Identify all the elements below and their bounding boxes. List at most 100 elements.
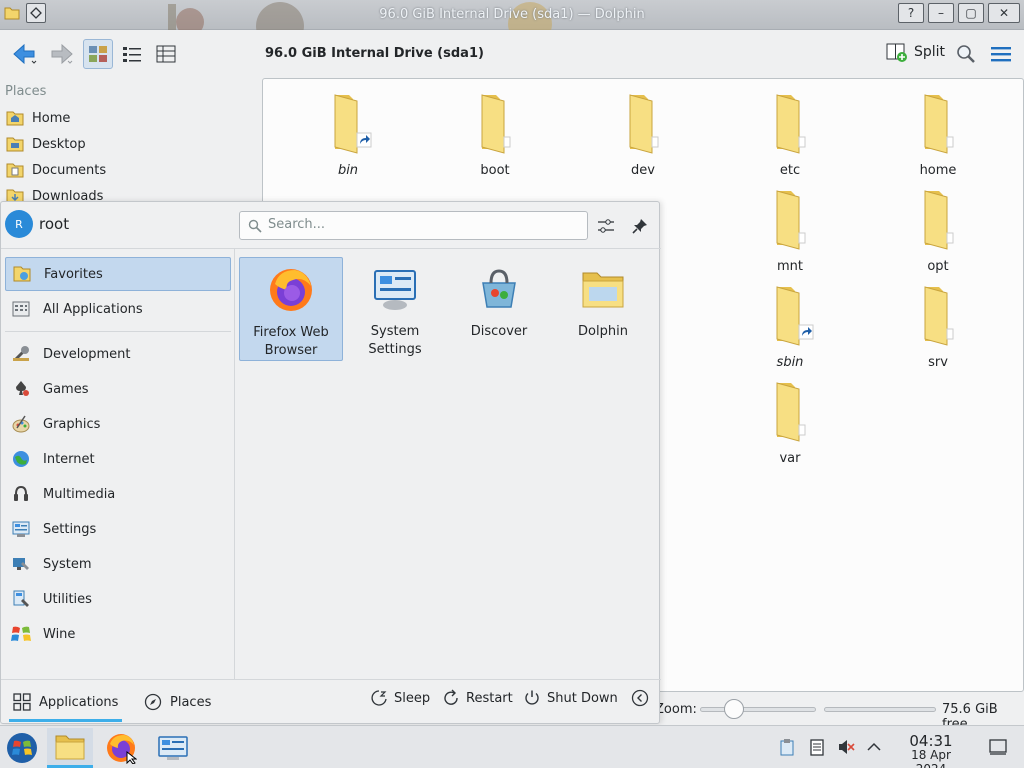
user-profile[interactable]: R root: [5, 210, 69, 238]
folder-item[interactable]: etc: [735, 89, 845, 178]
folder-item[interactable]: bin: [293, 89, 403, 178]
app-dolphin[interactable]: Dolphin: [551, 257, 655, 361]
all-applications-icon: [12, 301, 30, 317]
category-label: Multimedia: [43, 486, 116, 502]
category-favorites[interactable]: Favorites: [5, 257, 231, 291]
shutdown-button[interactable]: Shut Down: [523, 689, 618, 707]
task-dolphin[interactable]: [47, 728, 93, 768]
launcher-button[interactable]: [0, 728, 44, 768]
minimize-button[interactable]: –: [928, 3, 954, 23]
place-desktop[interactable]: Desktop: [6, 135, 86, 153]
pin-button[interactable]: [627, 213, 653, 239]
footer-divider: [1, 679, 661, 680]
clock-date[interactable]: 18 Apr 2024: [895, 748, 967, 768]
folder-item[interactable]: srv: [883, 281, 993, 370]
application-launcher: R root Favorites All Applications: [0, 201, 661, 724]
split-button[interactable]: Split: [886, 42, 945, 62]
split-label: Split: [914, 44, 946, 60]
details-view-button[interactable]: [151, 39, 181, 69]
games-icon: [16, 381, 29, 396]
back-button[interactable]: [8, 39, 42, 69]
help-button[interactable]: ?: [898, 3, 924, 23]
leave-more-button[interactable]: [631, 689, 649, 707]
compact-view-button[interactable]: [117, 39, 147, 69]
start-menu-icon: [7, 733, 37, 763]
place-home[interactable]: Home: [6, 109, 70, 127]
file-name: mnt: [777, 259, 803, 274]
category-utilities[interactable]: Utilities: [5, 582, 231, 616]
app-label-line: Settings: [368, 342, 422, 357]
window-titlebar[interactable]: 96.0 GiB Internal Drive (sda1) — Dolphin…: [0, 0, 1024, 30]
folder-item[interactable]: boot: [440, 89, 550, 178]
discover-icon: [482, 269, 516, 308]
folder-item[interactable]: mnt: [735, 185, 845, 274]
category-internet[interactable]: Internet: [5, 442, 231, 476]
category-label: Settings: [43, 521, 97, 537]
volume-muted-icon[interactable]: [836, 737, 856, 757]
documents-folder-icon: [6, 163, 24, 178]
app-firefox[interactable]: Firefox Web Browser: [239, 257, 343, 361]
icons-view-button[interactable]: [83, 39, 113, 69]
zoom-slider-handle[interactable]: [724, 699, 744, 719]
sleep-button[interactable]: Sleep: [370, 689, 430, 707]
category-system[interactable]: System: [5, 547, 231, 581]
category-all-applications[interactable]: All Applications: [5, 292, 231, 326]
task-firefox[interactable]: [98, 728, 144, 768]
show-desktop-icon[interactable]: [988, 737, 1008, 757]
folder-item[interactable]: dev: [588, 89, 698, 178]
chevron-up-icon[interactable]: [864, 737, 884, 757]
file-name: srv: [928, 355, 948, 370]
app-label-line: System: [370, 324, 420, 339]
folder-icon: [924, 286, 954, 346]
tab-applications[interactable]: Applications: [8, 682, 123, 722]
forward-button[interactable]: [44, 39, 78, 69]
split-view-icon: [886, 43, 907, 62]
file-name: opt: [927, 259, 949, 274]
user-name: root: [39, 215, 70, 233]
category-development[interactable]: Development: [5, 337, 231, 371]
folder-item[interactable]: opt: [883, 185, 993, 274]
free-space-bar: [824, 707, 936, 712]
search-button[interactable]: [951, 39, 981, 69]
category-label: Utilities: [43, 591, 92, 607]
file-name: bin: [337, 163, 359, 178]
category-wine[interactable]: Wine: [5, 617, 231, 651]
restart-button[interactable]: Restart: [442, 689, 513, 707]
category-settings[interactable]: Settings: [5, 512, 231, 546]
place-documents[interactable]: Documents: [6, 161, 106, 179]
category-label: Games: [43, 381, 89, 397]
configure-button[interactable]: [593, 213, 619, 239]
search-icon: [957, 45, 975, 63]
app-discover[interactable]: Discover: [447, 257, 551, 361]
category-games[interactable]: Games: [5, 372, 231, 406]
wine-icon: [11, 626, 31, 641]
file-name: etc: [779, 163, 801, 178]
folder-item[interactable]: sbin: [735, 281, 845, 370]
category-multimedia[interactable]: Multimedia: [5, 477, 231, 511]
maximize-button[interactable]: ▢: [958, 3, 984, 23]
task-system-settings[interactable]: [150, 728, 196, 768]
clipboard-tray-icon[interactable]: [777, 737, 797, 757]
folder-item[interactable]: var: [735, 377, 845, 466]
settings-icon: [12, 521, 30, 537]
notes-tray-icon[interactable]: [807, 737, 827, 757]
file-name: dev: [631, 163, 655, 178]
tab-label: Places: [170, 694, 212, 710]
sidebar-divider: [234, 249, 235, 679]
app-label-line: Firefox Web: [253, 325, 329, 340]
category-label: Internet: [43, 451, 95, 467]
launcher-search[interactable]: [239, 211, 588, 240]
places-heading: Places: [5, 84, 47, 99]
hamburger-menu-button[interactable]: [986, 39, 1016, 69]
zoom-slider-track[interactable]: [700, 707, 816, 712]
app-label: Dolphin: [578, 324, 628, 339]
header-divider: [1, 248, 661, 249]
category-graphics[interactable]: Graphics: [5, 407, 231, 441]
app-system-settings[interactable]: System Settings: [343, 257, 447, 361]
search-input[interactable]: [268, 217, 568, 232]
tab-places[interactable]: Places: [144, 682, 211, 722]
app-label: Discover: [470, 324, 528, 339]
avatar: R: [5, 210, 33, 238]
folder-item[interactable]: home: [883, 89, 993, 178]
close-button[interactable]: ✕: [988, 3, 1020, 23]
